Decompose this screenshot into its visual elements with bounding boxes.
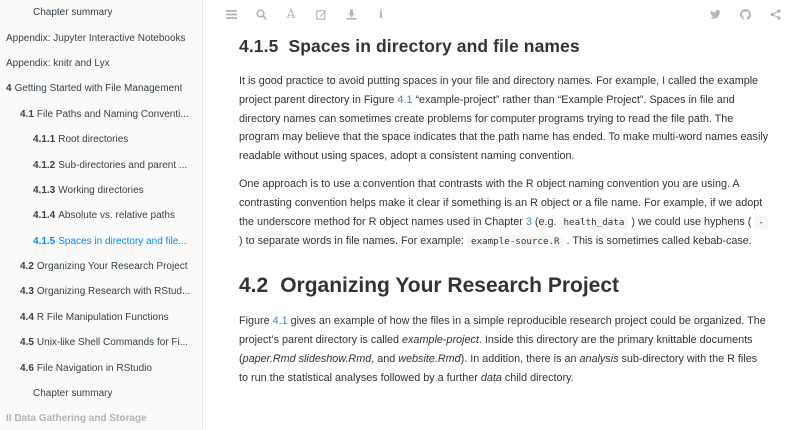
section-title: Organizing Your Research Project [280,274,620,298]
sidebar-toc-item[interactable]: 4.4 R File Manipulation Functions [0,305,202,330]
toc-item-label: R File Manipulation Functions [36,311,169,323]
toc-item-number: 4.6 [20,362,34,374]
github-icon [739,8,751,20]
sidebar-toc-item[interactable]: 4.1.4 Absolute vs. relative paths [0,203,202,228]
section-heading-4-1-5: 4.1.5 Spaces in directory and file names [239,36,769,57]
sidebar-toc-item[interactable]: 4.1.1 Root directories [0,127,202,152]
inline-code: - [754,215,768,229]
paragraph-organizing-1: Figure 4.1 gives an example of how the f… [239,312,769,387]
info-icon: i [378,7,384,21]
sidebar-toc-item[interactable]: 4.6 File Navigation in RStudio [0,355,202,380]
font-settings-button[interactable]: A [276,1,306,27]
toc-item-label: Root directories [58,134,129,146]
twitter-share-button[interactable] [700,1,730,27]
text-run: ) we could use hyphens ( [628,215,755,228]
text-run: Figure [239,315,273,328]
toc-item-number: 4.1.1 [33,134,56,146]
toc-item-label: Getting Started with File Management [14,83,183,95]
toolbar-right-group [700,1,790,27]
toc-item-label: Organizing Research with RStud... [36,286,191,298]
download-icon [346,9,356,20]
toc-item-label: Appendix: Jupyter Interactive Notebooks [6,32,186,44]
text-run: , and [371,352,399,365]
twitter-icon [709,9,721,19]
share-button[interactable] [760,1,790,27]
section-number: 4.1.5 [239,36,279,56]
emphasis-text: analysis [579,352,619,365]
section-title: Spaces in directory and file names [288,36,580,56]
toc-item-number: 4.2 [20,261,34,273]
sidebar-toc-item[interactable]: 4.3 Organizing Research with RStud... [0,279,202,304]
sidebar-toc-item[interactable]: 4.1.5 Spaces in directory and file... [0,229,202,254]
toc-item-number: 4.3 [20,286,34,298]
sidebar-toc-item[interactable]: Appendix: Jupyter Interactive Notebooks [0,25,202,50]
book-content: 4.1.5 Spaces in directory and file names … [239,28,769,396]
toc-item-label: File Paths and Naming Conventi... [36,108,189,120]
text-run: (e.g. [531,215,560,228]
inline-code: health_data [559,215,629,229]
search-icon [255,8,267,20]
sidebar-toc-item[interactable]: 4.2 Organizing Your Research Project [0,254,202,279]
github-button[interactable] [730,1,760,27]
toc-item-number: 4.1 [20,108,34,120]
sidebar-toc-item[interactable]: 4.1 File Paths and Naming Conventi... [0,102,202,127]
toc-item-label: Chapter summary [33,7,113,19]
sidebar-toc-item[interactable]: II Data Gathering and Storage [0,406,202,430]
section-heading-4-2: 4.2 Organizing Your Research Project [239,274,769,298]
text-run: . This is sometimes called kebab-case. [563,235,752,248]
toc-item-number: 4.4 [20,311,34,323]
emphasis-text: data [480,371,502,384]
info-button[interactable]: i [366,1,396,27]
toc-item-label: II Data Gathering and Storage [6,413,147,425]
sidebar-toc-item[interactable]: Chapter summary [0,381,202,406]
toc-item-number: 4 [6,83,12,95]
paragraph-spaces-1: It is good practice to avoid putting spa… [239,72,769,166]
font-icon: A [286,7,296,21]
toc-item-number: 4.5 [20,337,34,349]
toc-item-label: Chapter summary [33,388,113,400]
toc-item-label: Unix-like Shell Commands for Fi... [36,337,189,349]
emphasis-text: website.Rmd [398,352,461,365]
sidebar-toc-item[interactable]: 4 Getting Started with File Management [0,76,202,101]
toc-item-label: File Navigation in RStudio [36,362,152,374]
text-run: child directory. [501,371,574,384]
toc-item-number: 4.1.3 [33,184,56,196]
figure-ref-link[interactable]: 4.1 [273,315,288,327]
sidebar-toc-item[interactable]: Appendix: knitr and Lyx [0,51,202,76]
text-run: ). In addition, there is an [460,352,580,365]
toc-item-label: Absolute vs. relative paths [58,210,175,222]
menu-toggle-button[interactable] [216,1,246,27]
sidebar-toc-item[interactable]: 4.1.2 Sub-directories and parent ... [0,152,202,177]
figure-ref-link[interactable]: 4.1 [397,94,412,106]
emphasis-text: paper.Rmd slideshow.Rmd [242,352,372,365]
sidebar-toc: Chapter summary Appendix: Jupyter Interac… [0,0,203,430]
emphasis-text: example-project [402,333,479,346]
toc-item-label: Organizing Your Research Project [36,261,188,273]
inline-code: example-source.R [467,235,564,249]
share-icon [770,8,780,20]
search-button[interactable] [246,1,276,27]
download-button[interactable] [336,1,366,27]
toc-item-number: 4.1.5 [33,235,56,247]
toc-item-number: 4.1.2 [33,159,56,171]
menu-icon [225,9,237,19]
edit-button[interactable] [306,1,336,27]
sidebar-toc-item[interactable]: 4.1.3 Working directories [0,178,202,203]
text-run: ) to separate words in file names. For e… [239,235,468,248]
toc-item-label: Appendix: knitr and Lyx [6,57,110,69]
paragraph-spaces-2: One approach is to use a convention that… [239,175,769,252]
toc-item-label: Sub-directories and parent ... [58,159,188,171]
section-number: 4.2 [239,274,269,298]
sidebar-toc-item[interactable]: Chapter summary [0,0,202,25]
toc-item-number: 4.1.4 [33,210,56,222]
sidebar-toc-item[interactable]: 4.5 Unix-like Shell Commands for Fi... [0,330,202,355]
toolbar-left-group: A i [216,1,396,27]
toc-item-label: Spaces in directory and file... [58,235,187,247]
book-toolbar: A i [204,0,800,28]
edit-icon [315,9,326,20]
toc-item-label: Working directories [58,184,144,196]
